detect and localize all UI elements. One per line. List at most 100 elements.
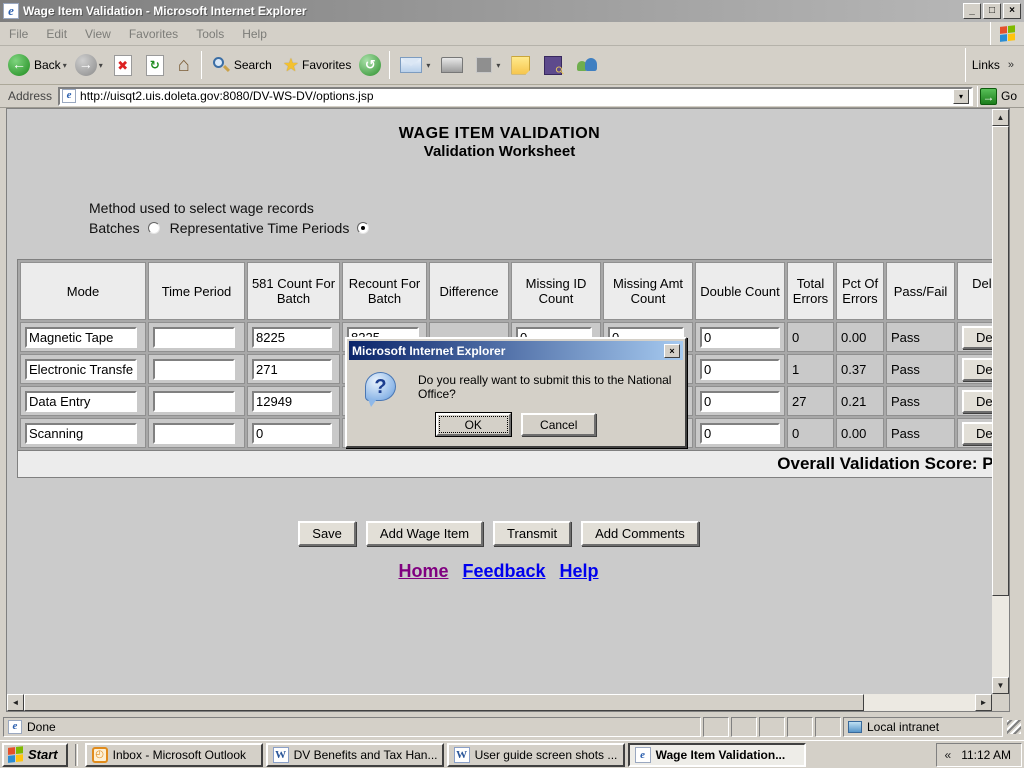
add-comments-button[interactable]: Add Comments bbox=[581, 521, 699, 546]
mode-input[interactable] bbox=[25, 391, 137, 412]
horizontal-scrollbar[interactable]: ◄ ► bbox=[7, 694, 992, 711]
taskbar-item[interactable]: eWage Item Validation... bbox=[628, 743, 806, 767]
start-button[interactable]: Start bbox=[2, 743, 68, 767]
dialog-title-bar: Microsoft Internet Explorer × bbox=[349, 341, 683, 360]
forward-dropdown-icon[interactable]: ▾ bbox=[99, 61, 103, 70]
scroll-left-icon[interactable]: ◄ bbox=[7, 694, 24, 711]
pass-fail-cell: Pass bbox=[886, 386, 955, 416]
resize-grip[interactable] bbox=[1007, 720, 1021, 734]
count-581-input[interactable] bbox=[252, 391, 332, 412]
minimize-button[interactable]: _ bbox=[963, 3, 981, 19]
favorites-button[interactable]: ★ Favorites bbox=[276, 53, 356, 78]
windows-logo-icon bbox=[1000, 25, 1016, 43]
status-text-panel: e Done bbox=[3, 717, 701, 737]
edit-button[interactable]: ▾ bbox=[470, 55, 504, 75]
time-period-input[interactable] bbox=[153, 423, 235, 444]
messenger-icon bbox=[576, 56, 598, 75]
delete-button[interactable]: Delete bbox=[962, 358, 992, 381]
address-input[interactable]: e http://uisqt2.uis.doleta.gov:8080/DV-W… bbox=[58, 87, 973, 106]
discuss-note-icon bbox=[511, 56, 530, 75]
links-bar[interactable]: Links » bbox=[965, 48, 1020, 82]
mode-input[interactable] bbox=[25, 327, 137, 348]
double-count-input[interactable] bbox=[700, 327, 780, 348]
back-dropdown-icon[interactable]: ▾ bbox=[63, 61, 67, 70]
refresh-button[interactable]: ↻ bbox=[139, 53, 171, 78]
delete-button[interactable]: Delete bbox=[962, 390, 992, 413]
home-button[interactable]: ⌂ bbox=[171, 52, 197, 79]
research-button[interactable] bbox=[537, 54, 569, 77]
transmit-button[interactable]: Transmit bbox=[493, 521, 571, 546]
close-button[interactable]: × bbox=[1003, 3, 1021, 19]
discuss-button[interactable] bbox=[504, 54, 537, 77]
cancel-button[interactable]: Cancel bbox=[521, 413, 596, 436]
cell bbox=[20, 354, 146, 384]
help-link[interactable]: Help bbox=[560, 561, 599, 581]
go-arrow-icon: → bbox=[980, 88, 997, 105]
count-581-input[interactable] bbox=[252, 359, 332, 380]
ok-button[interactable]: OK bbox=[436, 413, 511, 436]
messenger-button[interactable] bbox=[569, 54, 605, 77]
forward-button[interactable]: → ▾ bbox=[71, 52, 107, 78]
time-periods-radio[interactable] bbox=[357, 222, 369, 234]
vertical-scroll-thumb[interactable] bbox=[992, 126, 1009, 596]
maximize-button[interactable]: □ bbox=[983, 3, 1001, 19]
mail-dropdown-icon[interactable]: ▾ bbox=[426, 61, 430, 70]
horizontal-scroll-thumb[interactable] bbox=[24, 694, 864, 711]
menu-tools[interactable]: Tools bbox=[187, 24, 233, 44]
stop-button[interactable]: ✖ bbox=[107, 53, 139, 78]
scroll-up-icon[interactable]: ▲ bbox=[992, 109, 1009, 126]
menu-edit[interactable]: Edit bbox=[37, 24, 76, 44]
time-period-input[interactable] bbox=[153, 327, 235, 348]
footer-links: Home Feedback Help bbox=[7, 561, 990, 582]
taskbar-item[interactable]: WUser guide screen shots ... bbox=[447, 743, 625, 767]
favorites-star-icon: ★ bbox=[283, 55, 299, 76]
start-flag-icon bbox=[8, 746, 24, 764]
search-button[interactable]: Search bbox=[206, 54, 276, 76]
scroll-right-icon[interactable]: ► bbox=[975, 694, 992, 711]
add-wage-item-button[interactable]: Add Wage Item bbox=[366, 521, 483, 546]
menu-view[interactable]: View bbox=[76, 24, 120, 44]
batches-radio-label: Batches bbox=[89, 220, 140, 236]
search-icon bbox=[212, 56, 230, 74]
save-button[interactable]: Save bbox=[298, 521, 356, 546]
time-period-input[interactable] bbox=[153, 359, 235, 380]
address-dropdown-icon[interactable]: ▾ bbox=[953, 89, 969, 104]
mode-input[interactable] bbox=[25, 423, 137, 444]
double-count-input[interactable] bbox=[700, 391, 780, 412]
mode-input[interactable] bbox=[25, 359, 137, 380]
feedback-link[interactable]: Feedback bbox=[462, 561, 545, 581]
taskbar-item-label: Wage Item Validation... bbox=[656, 748, 786, 762]
vertical-scrollbar[interactable]: ▲ ▼ bbox=[992, 109, 1009, 694]
back-button[interactable]: ← Back ▾ bbox=[4, 52, 71, 78]
mail-button[interactable]: ▾ bbox=[394, 55, 434, 75]
print-button[interactable] bbox=[434, 55, 470, 75]
address-bar: Address e http://uisqt2.uis.doleta.gov:8… bbox=[0, 85, 1024, 108]
scroll-down-icon[interactable]: ▼ bbox=[992, 677, 1009, 694]
tray-chevron-icon[interactable]: « bbox=[945, 748, 952, 762]
table-header-row: ModeTime Period581 Count For BatchRecoun… bbox=[20, 262, 992, 320]
column-header: Recount For Batch bbox=[342, 262, 427, 320]
taskbar-item[interactable]: ◴Inbox - Microsoft Outlook bbox=[85, 743, 263, 767]
links-chevron-icon[interactable]: » bbox=[1008, 59, 1014, 71]
pct-errors-cell: 0.21 bbox=[836, 386, 884, 416]
batches-radio[interactable] bbox=[148, 222, 160, 234]
cell bbox=[20, 322, 146, 352]
edit-dropdown-icon[interactable]: ▾ bbox=[496, 61, 500, 70]
taskbar-item[interactable]: WDV Benefits and Tax Han... bbox=[266, 743, 444, 767]
home-link[interactable]: Home bbox=[398, 561, 448, 581]
time-period-input[interactable] bbox=[153, 391, 235, 412]
double-count-input[interactable] bbox=[700, 359, 780, 380]
menu-file[interactable]: File bbox=[0, 24, 37, 44]
dialog-close-icon[interactable]: × bbox=[664, 344, 680, 358]
cell bbox=[695, 354, 785, 384]
address-url[interactable]: http://uisqt2.uis.doleta.gov:8080/DV-WS-… bbox=[80, 89, 953, 103]
menu-help[interactable]: Help bbox=[233, 24, 276, 44]
delete-button[interactable]: Delete bbox=[962, 326, 992, 349]
double-count-input[interactable] bbox=[700, 423, 780, 444]
count-581-input[interactable] bbox=[252, 327, 332, 348]
count-581-input[interactable] bbox=[252, 423, 332, 444]
menu-favorites[interactable]: Favorites bbox=[120, 24, 187, 44]
go-button[interactable]: → Go bbox=[977, 86, 1022, 107]
history-button[interactable]: ↺ bbox=[355, 52, 385, 78]
delete-button[interactable]: Delete bbox=[962, 422, 992, 445]
